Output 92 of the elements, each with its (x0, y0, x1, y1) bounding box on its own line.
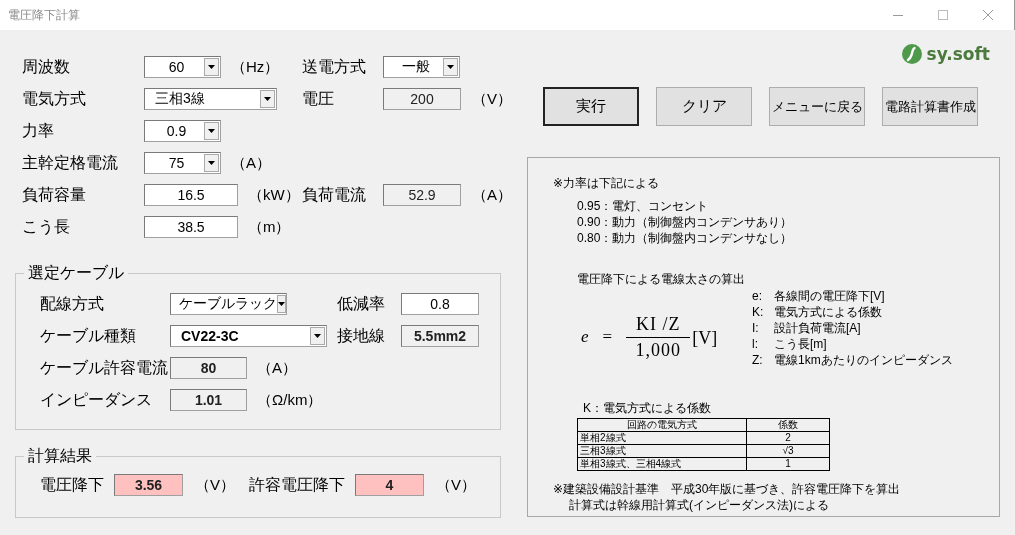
table-cell: 単相2線式 (577, 431, 747, 445)
table-cell: 三相3線式 (577, 444, 747, 458)
dropdown[interactable]: 60 (144, 56, 221, 78)
field-label: 接地線 (337, 325, 386, 346)
table-caption: K：電気方式による係数 (583, 400, 712, 416)
dropdown[interactable]: 一般 (383, 56, 460, 78)
unit-label: （Hz） (231, 57, 280, 77)
field-label: こう長 (22, 216, 71, 237)
variable-symbol: e: (752, 288, 763, 304)
formula-numerator: KI /Z (635, 313, 681, 335)
field-label: 許容電圧降下 (249, 474, 345, 495)
note-text: 0.90：動力（制御盤内コンデンサあり） (577, 214, 794, 230)
table-cell: 2 (746, 431, 830, 445)
dropdown[interactable]: 75 (144, 152, 221, 174)
field-label: 主幹定格電流 (22, 152, 119, 173)
unit-label: （A） (231, 153, 271, 173)
field-label: 送電方式 (302, 56, 367, 77)
field-label: 低減率 (337, 293, 386, 314)
caret-icon[interactable] (264, 97, 271, 101)
formula-unit: [V] (692, 327, 718, 349)
value-display: 1.01 (170, 389, 247, 411)
formula-symbol: = (602, 327, 613, 347)
variable-description: 各線間の電圧降下[V] (774, 288, 885, 304)
section-heading: 電圧降下による電線太さの算出 (577, 271, 746, 287)
dropdown[interactable]: 三相3線 (144, 88, 277, 110)
field-label: 力率 (22, 120, 55, 141)
table-cell: 1 (746, 457, 830, 471)
logo-text: sy.soft (926, 44, 990, 64)
close-icon[interactable] (982, 9, 994, 21)
unit-label: （kW） (248, 185, 300, 205)
unit-label: （V） (436, 475, 477, 495)
action-button[interactable]: 電路計算書作成 (882, 87, 978, 126)
field-label: 電圧 (302, 88, 335, 109)
field-label: 周波数 (22, 56, 71, 77)
field-label: ケーブル許容電流 (40, 357, 169, 378)
dropdown[interactable]: ケーブルラック (170, 293, 287, 315)
formula-symbol: e (581, 327, 589, 347)
field-label: ケーブル種類 (40, 325, 137, 346)
unit-label: （V） (195, 475, 236, 495)
input-field[interactable]: 16.5 (144, 184, 238, 206)
variable-symbol: I: (752, 320, 760, 336)
field-label: 負荷容量 (22, 184, 87, 205)
note-text: ※建築設備設計基準 平成30年版に基づき、許容電圧降下を算出 (553, 481, 902, 497)
variable-description: 電気方式による係数 (774, 304, 882, 320)
unit-label: （V） (472, 89, 513, 109)
column-header: 回路の電気方式 (577, 418, 747, 432)
unit-label: （m） (248, 217, 291, 237)
caret-icon[interactable] (208, 161, 215, 165)
variable-description: 電線1kmあたりのインピーダンス (774, 352, 953, 368)
note-text: ※力率は下記による (553, 175, 661, 191)
caret-icon[interactable] (447, 65, 454, 69)
value-display: 200 (383, 88, 461, 110)
unit-label: （A） (472, 185, 513, 205)
note-text: 計算式は幹線用計算式(インピーダンス法)による (568, 497, 830, 513)
window-title: 電圧降下計算 (8, 6, 80, 24)
action-button[interactable]: メニューに戻る (769, 87, 865, 126)
value-display: 5.5mm2 (401, 325, 479, 347)
result-value: 3.56 (114, 474, 183, 496)
variable-symbol: K: (752, 304, 765, 320)
field-label: 電圧降下 (40, 474, 104, 495)
variable-symbol: Z: (752, 352, 764, 368)
caret-icon[interactable] (208, 65, 215, 69)
dropdown[interactable]: 0.9 (144, 120, 221, 142)
caret-icon[interactable] (278, 302, 285, 306)
variable-description: こう長[m] (774, 336, 827, 352)
value-display: 80 (170, 357, 247, 379)
table-cell: √3 (746, 444, 830, 458)
group-title: 計算結果 (27, 446, 93, 466)
unit-label: （Ω/km） (257, 390, 323, 410)
result-value: 4 (355, 474, 424, 496)
caret-icon[interactable] (314, 334, 321, 338)
variable-description: 設計負荷電流[A] (774, 320, 861, 336)
input-field[interactable]: 38.5 (144, 216, 238, 238)
note-text: 0.95：電灯、コンセント (577, 198, 710, 214)
action-button[interactable]: 実行 (543, 87, 639, 126)
variable-symbol: l: (752, 336, 759, 352)
dropdown[interactable]: CV22-3C (170, 325, 327, 347)
field-label: 負荷電流 (302, 184, 367, 205)
field-label: 配線方式 (40, 293, 105, 314)
field-label: 電気方式 (22, 88, 87, 109)
formula-denominator: 1,000 (635, 339, 681, 361)
field-label: インピーダンス (40, 389, 153, 410)
table-cell: 単相3線式、三相4線式 (577, 457, 747, 471)
action-button[interactable]: クリア (656, 87, 752, 126)
logo-icon (901, 44, 922, 64)
unit-label: （A） (257, 358, 297, 378)
group-title: 選定ケーブル (27, 263, 125, 283)
note-text: 0.80：動力（制御盤内コンデンサなし） (577, 230, 794, 246)
value-display: 52.9 (383, 184, 461, 206)
input-field[interactable]: 0.8 (401, 293, 479, 315)
column-header: 係数 (746, 418, 830, 432)
caret-icon[interactable] (208, 129, 215, 133)
